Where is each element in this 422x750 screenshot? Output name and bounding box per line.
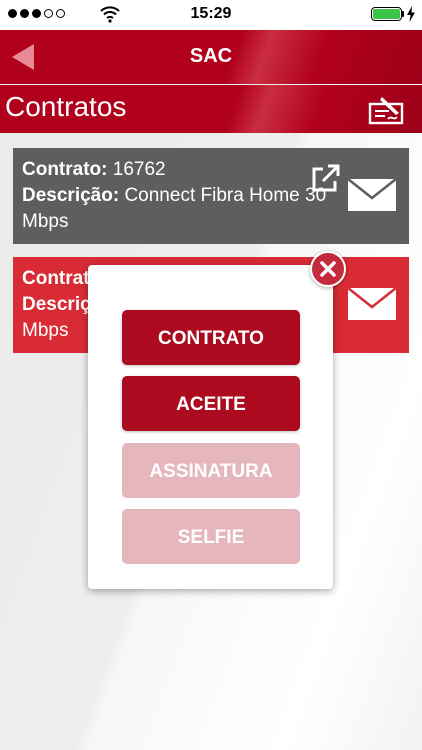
assinatura-button: ASSINATURA — [122, 443, 300, 498]
selfie-button: SELFIE — [122, 509, 300, 564]
close-icon — [320, 261, 336, 277]
contrato-button[interactable]: CONTRATO — [122, 310, 300, 365]
close-dialog-button[interactable] — [310, 251, 346, 287]
aceite-button[interactable]: ACEITE — [122, 376, 300, 431]
modal-overlay: CONTRATO ACEITE ASSINATURA SELFIE — [0, 0, 422, 750]
document-options-dialog: CONTRATO ACEITE ASSINATURA SELFIE — [88, 265, 333, 589]
